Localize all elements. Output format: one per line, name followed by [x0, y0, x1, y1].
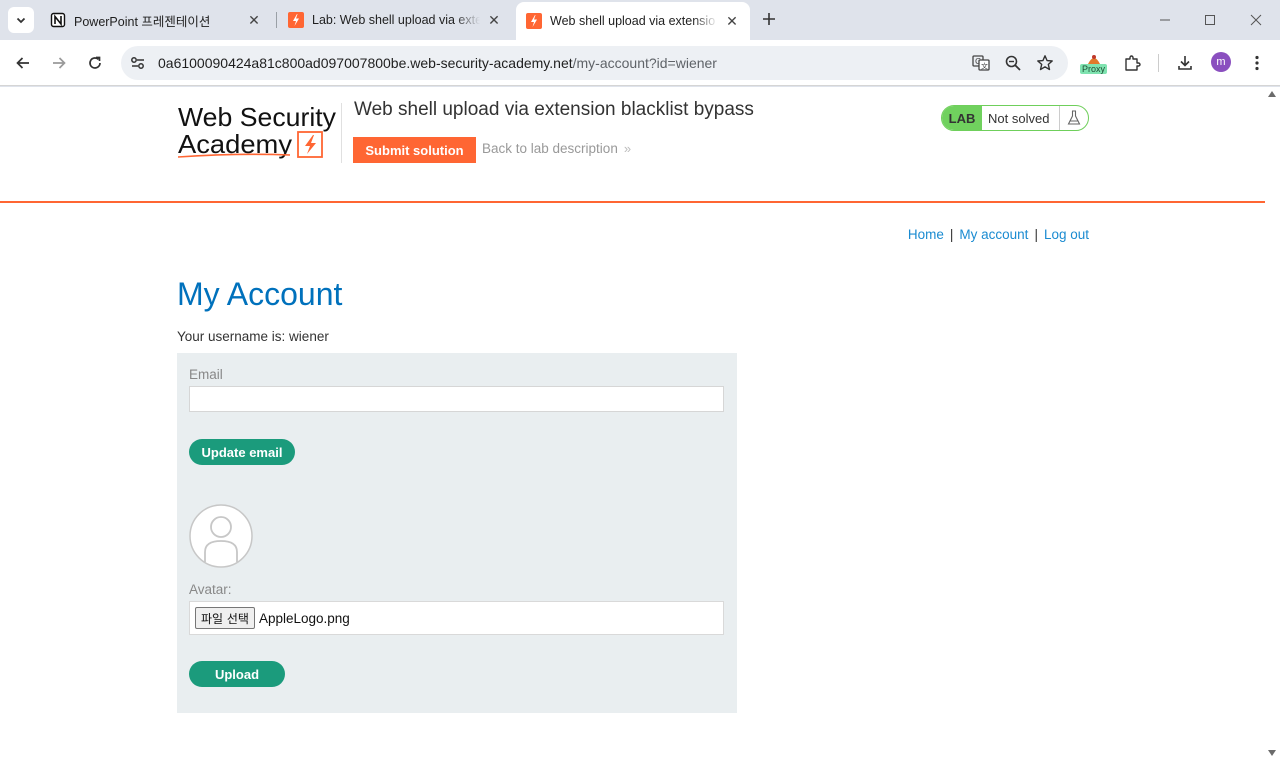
header-divider	[341, 103, 342, 163]
double-chevron-right-icon: »	[623, 141, 632, 156]
email-field[interactable]	[189, 386, 724, 412]
tab-title: PowerPoint 프레젠테이션	[74, 14, 211, 29]
avatar-placeholder-icon	[189, 504, 253, 568]
profile-avatar[interactable]: m	[1211, 52, 1231, 72]
extensions-button[interactable]	[1120, 51, 1144, 75]
update-email-button[interactable]: Update email	[189, 439, 295, 465]
back-to-lab-label: Back to lab description	[482, 141, 618, 156]
translate-icon[interactable]: G文	[972, 54, 990, 72]
top-navigation: Home | My account | Log out	[908, 227, 1089, 242]
lab-badge-label: LAB	[942, 106, 982, 130]
url-path: /my-account?id=wiener	[572, 55, 717, 71]
close-icon	[1250, 14, 1262, 26]
tab-strip: PowerPoint 프레젠테이션 ✕ Lab: Web shell uploa…	[0, 0, 1280, 40]
browser-menu-button[interactable]	[1245, 51, 1269, 75]
tab-lab-description[interactable]: Lab: Web shell upload via exte ✕	[278, 4, 512, 36]
tab-powerpoint[interactable]: PowerPoint 프레젠테이션 ✕	[40, 4, 272, 36]
maximize-icon	[1205, 15, 1215, 25]
more-vertical-icon	[1255, 55, 1259, 71]
new-tab-button[interactable]	[758, 8, 780, 30]
minimize-button[interactable]	[1142, 6, 1188, 34]
extension-badge: Proxy	[1080, 64, 1108, 74]
tab-search-button[interactable]	[8, 7, 34, 33]
close-icon[interactable]: ✕	[486, 12, 502, 28]
avatar-file-input[interactable]: 파일 선택 AppleLogo.png	[189, 601, 724, 635]
lab-status-badge: LAB Not solved	[941, 105, 1089, 131]
maximize-button[interactable]	[1187, 6, 1233, 34]
puzzle-icon	[1125, 55, 1141, 71]
scroll-up-arrow-icon[interactable]	[1268, 91, 1276, 97]
nav-separator: |	[1034, 227, 1038, 242]
header-rule	[0, 201, 1265, 203]
reload-icon	[89, 56, 101, 69]
svg-text:文: 文	[981, 62, 988, 71]
nav-separator: |	[949, 227, 954, 242]
submit-solution-button[interactable]: Submit solution	[353, 137, 476, 163]
portswigger-icon	[526, 13, 542, 29]
upload-button[interactable]: Upload	[189, 661, 285, 687]
page-scrollbar[interactable]	[1265, 87, 1280, 760]
back-button[interactable]	[11, 51, 35, 75]
browser-toolbar: 0a6100090424a81c800ad097007800be.web-sec…	[0, 40, 1280, 86]
avatar-label: Avatar:	[189, 582, 232, 597]
close-window-button[interactable]	[1233, 6, 1279, 34]
arrow-right-icon	[53, 57, 66, 69]
account-panel: Email Update email Avatar: 파일 선택 AppleLo…	[177, 353, 737, 713]
web-security-academy-logo[interactable]: Web Security Academy	[178, 103, 340, 161]
chevron-down-icon	[16, 17, 26, 24]
proxy-extension-button[interactable]: Proxy	[1080, 52, 1108, 76]
scroll-down-arrow-icon[interactable]	[1268, 750, 1276, 756]
tab-title: Lab: Web shell upload via exte	[312, 13, 480, 27]
back-to-lab-link[interactable]: Back to lab description »	[482, 141, 631, 156]
star-icon[interactable]	[1036, 54, 1054, 72]
reload-button[interactable]	[83, 51, 107, 75]
page-viewport: Web Security Academy Web shell upload vi…	[0, 87, 1265, 760]
downloads-button[interactable]	[1173, 51, 1197, 75]
tab-title: Web shell upload via extensio	[550, 14, 716, 28]
portswigger-icon	[288, 12, 304, 28]
notion-icon	[50, 12, 66, 28]
choose-file-button[interactable]: 파일 선택	[195, 607, 255, 629]
toolbar-divider	[1158, 54, 1159, 72]
flask-icon	[1060, 106, 1088, 130]
username-text: Your username is: wiener	[177, 329, 329, 344]
nav-my-account-link[interactable]: My account	[959, 227, 1028, 242]
minimize-icon	[1160, 19, 1170, 21]
lab-title: Web shell upload via extension blacklist…	[354, 99, 754, 120]
address-bar[interactable]: 0a6100090424a81c800ad097007800be.web-sec…	[121, 46, 1068, 80]
forward-button[interactable]	[47, 51, 71, 75]
nav-home-link[interactable]: Home	[908, 227, 944, 242]
url-host: 0a6100090424a81c800ad097007800be.web-sec…	[158, 55, 573, 71]
close-icon[interactable]: ✕	[724, 13, 740, 29]
arrow-left-icon	[16, 57, 29, 69]
site-settings-icon[interactable]	[129, 54, 147, 72]
nav-log-out-link[interactable]: Log out	[1044, 227, 1089, 242]
url-text[interactable]: 0a6100090424a81c800ad097007800be.web-sec…	[158, 55, 717, 71]
download-icon	[1178, 56, 1192, 70]
plus-icon	[763, 13, 775, 25]
logo-line1: Web Security	[178, 103, 336, 132]
tab-divider	[276, 12, 277, 28]
lab-status-text: Not solved	[982, 106, 1060, 130]
email-label: Email	[189, 367, 223, 382]
page-title: My Account	[177, 276, 343, 312]
zoom-icon[interactable]	[1004, 54, 1022, 72]
selected-file-name: AppleLogo.png	[258, 610, 350, 626]
tab-active-lab[interactable]: Web shell upload via extensio ✕	[516, 2, 750, 40]
close-icon[interactable]: ✕	[246, 12, 262, 28]
